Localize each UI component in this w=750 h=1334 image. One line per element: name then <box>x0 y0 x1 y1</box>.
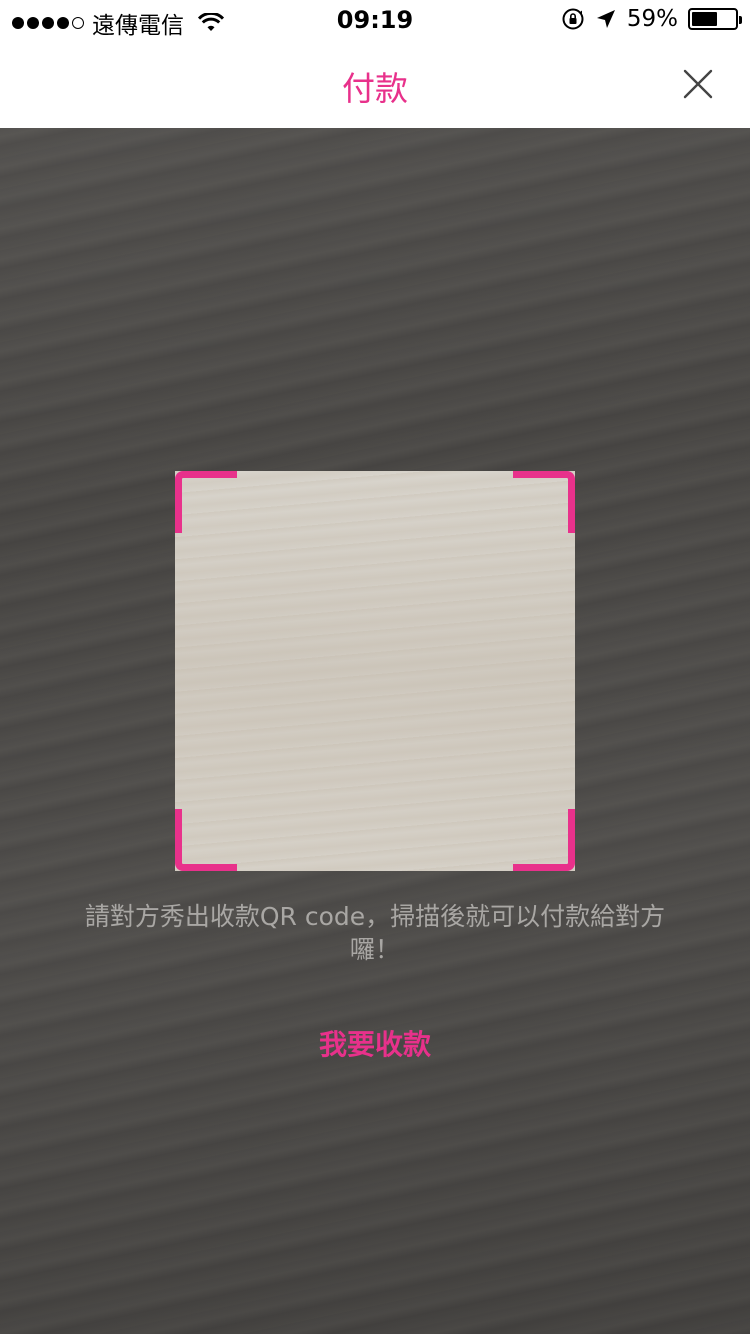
qr-scan-frame <box>175 471 575 871</box>
receive-payment-button[interactable]: 我要收款 <box>275 1023 475 1063</box>
page-title: 付款 <box>342 69 408 108</box>
scan-frame-corner-bottom-right <box>513 809 575 871</box>
close-icon[interactable] <box>682 68 714 100</box>
orientation-lock-icon <box>562 8 584 30</box>
battery-fill <box>692 12 717 26</box>
location-icon <box>596 10 615 28</box>
battery-percentage: 59% <box>626 6 678 32</box>
navigation-bar: 付款 <box>0 40 750 128</box>
scan-instruction-text: 請對方秀出收款QR code，掃描後就可以付款給對方囉！ <box>84 902 666 964</box>
scan-frame-corner-bottom-left <box>175 809 237 871</box>
status-bar: 遠傳電信 09:19 59% <box>0 0 750 40</box>
scan-frame-corner-top-right <box>513 471 575 533</box>
battery-icon <box>688 8 742 30</box>
scan-frame-corner-top-left <box>175 471 237 533</box>
camera-preview: 請對方秀出收款QR code，掃描後就可以付款給對方囉！ 我要收款 <box>0 128 750 1334</box>
battery-nub <box>739 16 742 24</box>
payment-scan-screen: 遠傳電信 09:19 59% 付款 請對方秀出收款QR code，掃描後就可以付… <box>0 0 750 1334</box>
status-right: 59% <box>561 6 742 32</box>
